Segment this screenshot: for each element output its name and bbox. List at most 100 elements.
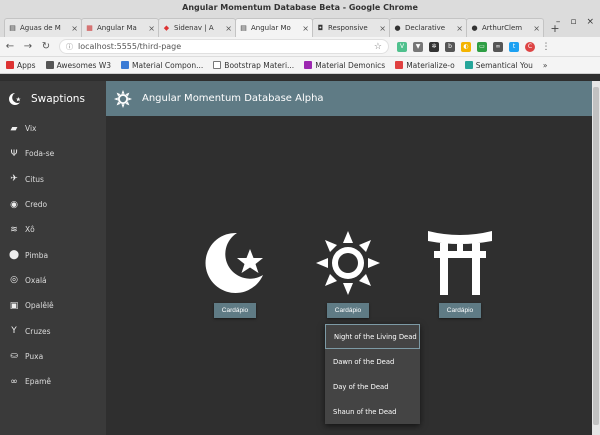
sidebar-item-label: Epamê — [25, 377, 52, 387]
bookmark-materialize[interactable]: Materialize-o — [395, 61, 455, 70]
angular-material-icon: ▦ — [86, 23, 93, 32]
responsive-icon: ◘ — [317, 23, 324, 32]
restaurant-icon: Ψ — [10, 148, 18, 159]
scrollbar[interactable] — [592, 81, 600, 435]
bookmark-bootstrap-material[interactable]: Bootstrap Materi... — [213, 61, 294, 70]
maximize-icon[interactable]: ▫ — [570, 17, 576, 27]
tab-label: ArthurClem — [482, 24, 523, 32]
sidebar-item-puxa[interactable]: ⛀ Puxa — [0, 344, 106, 369]
twitter-icon[interactable]: t — [509, 41, 519, 52]
info-icon[interactable]: ⓘ — [66, 42, 73, 52]
reload-icon[interactable]: ↻ — [41, 41, 51, 52]
window-title: Angular Momentum Database Beta - Google … — [0, 0, 600, 15]
sidebar-brand[interactable]: Swaptions — [0, 81, 106, 116]
green-extension-icon[interactable]: ▭ — [477, 41, 487, 52]
sidebar-item-credo[interactable]: ◉ Credo — [0, 192, 106, 217]
bookmark-material-demonics[interactable]: Material Demonics — [304, 61, 385, 70]
bubbles-icon: ◎ — [10, 275, 18, 286]
close-icon[interactable]: × — [456, 24, 463, 33]
page-title: Angular Momentum Database Alpha — [142, 93, 324, 104]
browser-tab-4[interactable]: ▤ Angular Mo × — [235, 18, 313, 37]
vue-devtools-icon[interactable]: V — [397, 41, 407, 52]
link-extension-icon[interactable]: ∞ — [493, 41, 503, 52]
puzzle-extension-icon[interactable]: b — [445, 41, 455, 52]
browser-tab-5[interactable]: ◘ Responsive × — [312, 18, 390, 37]
app-toolbar: Angular Momentum Database Alpha — [106, 81, 600, 116]
cardapio-button[interactable]: Cardápio — [326, 303, 370, 318]
close-icon[interactable]: × — [379, 24, 386, 33]
sidebar-item-oxal-[interactable]: ◎ Oxalá — [0, 268, 106, 293]
minimize-icon[interactable]: – — [556, 17, 561, 27]
menu-item-shaun-of-the-dead[interactable]: Shaun of the Dead — [325, 399, 420, 424]
sidebar-item-citus[interactable]: ✈ Citus — [0, 167, 106, 192]
browser-tab-7[interactable]: ● ArthurClem × — [466, 18, 544, 37]
tab-label: Sidenav | A — [174, 24, 214, 32]
bookmark-material-components[interactable]: Material Compon... — [121, 61, 203, 70]
filter-icon[interactable]: ▼ — [413, 41, 423, 52]
menu-icon[interactable]: ⋮ — [541, 42, 551, 52]
sidebar-item-pimba[interactable]: ⬤ Pimba — [0, 242, 106, 267]
card-star-crescent: Cardápio — [200, 231, 270, 318]
brand-name: Swaptions — [31, 92, 85, 105]
sidebar-item-label: Xô — [25, 225, 35, 235]
tab-strip: ▤ Águas de M × ▦ Angular Ma × ◆ Sidenav | A × … — [0, 15, 600, 37]
sidebar-item-foda-se[interactable]: Ψ Foda-se — [0, 141, 106, 166]
tab-label: Angular Ma — [97, 24, 137, 32]
browser-tab-2[interactable]: ▦ Angular Ma × — [81, 18, 159, 37]
card-sun: Cardápio — [313, 231, 383, 318]
bookmark-awesomes[interactable]: Awesomes W3 — [45, 61, 111, 70]
browser-toolbar: ← → ↻ ⓘ localhost:5555/third-page ☆ V ▼ … — [0, 37, 600, 57]
sidebar-item-label: Opalêlê — [25, 301, 54, 311]
cardapio-button[interactable]: Cardápio — [213, 303, 257, 318]
sidebar-item-label: Foda-se — [25, 149, 55, 159]
url-text[interactable]: localhost:5555/third-page — [78, 42, 374, 51]
wifi-tethering-icon: ◉ — [10, 199, 18, 210]
bookmark-favicon-icon — [464, 61, 473, 69]
sidebar-item-vix[interactable]: ▰ Vix — [0, 116, 106, 141]
close-window-icon[interactable]: × — [586, 17, 594, 27]
address-bar[interactable]: ⓘ localhost:5555/third-page ☆ — [59, 39, 389, 54]
sidebar-item-cruzes[interactable]: Y Cruzes — [0, 318, 106, 343]
bookmark-apps[interactable]: Apps — [6, 61, 36, 70]
browser-tab-1[interactable]: ▤ Águas de M × — [4, 18, 82, 37]
package-icon: ▣ — [9, 300, 19, 311]
github-icon: ● — [471, 23, 478, 32]
browser-tab-6[interactable]: ● Declarative × — [389, 18, 467, 37]
location-icon: ⬤ — [8, 250, 20, 261]
sidebar-item-epam-[interactable]: ∞ Epamê — [0, 369, 106, 394]
chrome-extension-icon[interactable]: ◐ — [461, 41, 471, 52]
close-icon[interactable]: × — [148, 24, 155, 33]
more-bookmarks-icon[interactable]: » — [543, 61, 548, 70]
apps-grid-icon — [6, 61, 14, 69]
scrollbar-thumb[interactable] — [593, 87, 599, 425]
sun-icon — [114, 89, 132, 108]
close-icon[interactable]: × — [71, 24, 78, 33]
browser-tab-3[interactable]: ◆ Sidenav | A × — [158, 18, 236, 37]
gear-extension-icon[interactable]: ✲ — [429, 41, 439, 52]
bookmark-star-icon[interactable]: ☆ — [374, 42, 382, 52]
forward-icon[interactable]: → — [23, 41, 33, 52]
waves-icon: ≋ — [10, 224, 18, 235]
briefcase-icon: ▰ — [10, 123, 18, 134]
back-icon[interactable]: ← — [5, 41, 15, 52]
sidebar-item-x-[interactable]: ≋ Xô — [0, 217, 106, 242]
sun-icon — [316, 231, 380, 295]
menu-item-dawn-of-the-dead[interactable]: Dawn of the Dead — [325, 349, 420, 374]
cocktail-icon: Y — [11, 326, 17, 337]
angular-icon: ◆ — [163, 23, 170, 32]
close-icon[interactable]: × — [225, 24, 232, 33]
cardapio-dropdown-menu: Night of the Living Dead Dawn of the Dea… — [325, 324, 420, 424]
sidebar-item-opal-l-[interactable]: ▣ Opalêlê — [0, 293, 106, 318]
infinity-icon: ∞ — [10, 376, 18, 387]
document-icon — [213, 61, 222, 69]
cardapio-button[interactable]: Cardápio — [438, 303, 482, 318]
app-shell: Swaptions ▰ Vix Ψ Foda-se ✈ Citus ◉ Credo ≋ Xô ⬤ Pi… — [0, 81, 600, 435]
bookmark-semantical-you[interactable]: Semantical You — [464, 61, 533, 70]
close-icon[interactable]: × — [533, 24, 540, 33]
tab-label: Angular Mo — [251, 24, 291, 32]
menu-item-night-of-the-living-dead[interactable]: Night of the Living Dead — [325, 324, 420, 349]
sidebar-item-label: Cruzes — [25, 326, 51, 336]
menu-item-day-of-the-dead[interactable]: Day of the Dead — [325, 374, 420, 399]
profile-avatar-icon[interactable]: C — [525, 41, 535, 52]
close-icon[interactable]: × — [302, 24, 309, 33]
